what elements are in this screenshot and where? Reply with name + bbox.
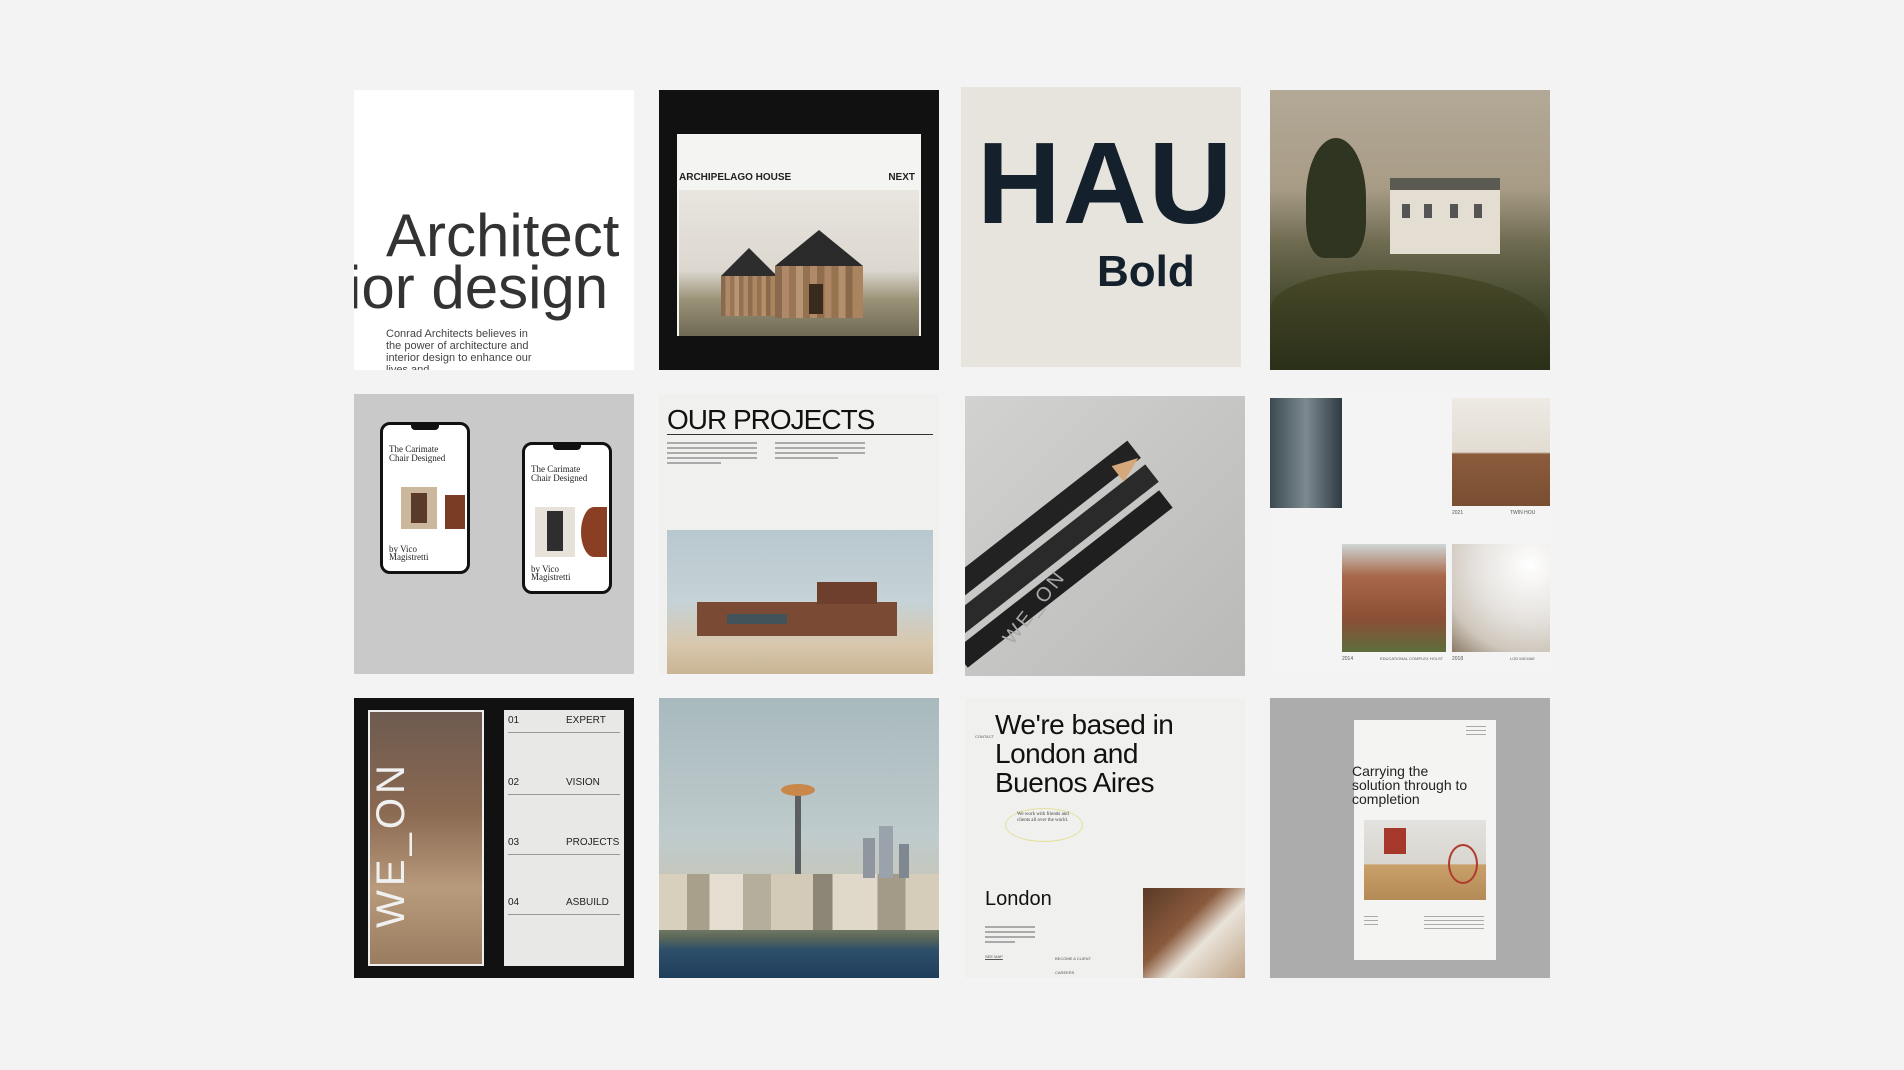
page-mockup: Carrying the solution through to complet… <box>1352 720 1496 960</box>
projects-description <box>667 442 757 467</box>
typeface-weight: Bold <box>1097 247 1195 296</box>
office-photo <box>1143 888 1245 978</box>
phone-heading: The Carimate Chair Designed <box>389 444 446 463</box>
see-map-link[interactable]: SEE MAP <box>985 954 1003 960</box>
tile-our-projects[interactable]: OUR PROJECTS <box>659 394 939 674</box>
house-photo <box>679 190 919 336</box>
project-thumb <box>1452 544 1550 652</box>
project-year: 2014 <box>1342 656 1354 662</box>
tile-house-landscape-photo[interactable] <box>1270 90 1550 370</box>
tree-silhouette <box>1306 138 1366 258</box>
tile-contact-page[interactable]: CONTACT We're based in London and Buenos… <box>965 698 1245 978</box>
become-client-link[interactable]: BECOME A CLIENT <box>1055 956 1091 962</box>
project-thumb <box>1342 544 1446 652</box>
index-num: 01 <box>508 715 520 726</box>
phone-byline: by Vico Magistretti <box>531 564 571 582</box>
index-num: 04 <box>508 897 520 908</box>
project-name: LOD MICHAE <box>1510 656 1535 661</box>
webpage-mockup: ARCHIPELAGO HOUSE NEXT <box>677 134 921 336</box>
tile-architecture-type[interactable]: Architect ior design Conrad Architects b… <box>354 90 634 370</box>
projects-description-2 <box>775 442 865 462</box>
contact-label: CONTACT <box>975 734 995 739</box>
space-needle-top <box>781 784 815 796</box>
phone-byline: by Vico Magistretti <box>389 544 429 562</box>
skyline <box>659 874 939 930</box>
project-name: EDUCATIONAL COMPLEX HOLST <box>1380 656 1444 661</box>
index-label: VISION <box>566 777 600 788</box>
tile-hau-typeface[interactable]: HAU Bold <box>961 87 1241 367</box>
project-thumb <box>1270 398 1342 508</box>
project-thumb <box>1452 398 1550 506</box>
index-label: EXPERT <box>566 715 606 726</box>
project-photo <box>667 530 933 674</box>
interior-photo <box>1364 820 1486 900</box>
tile-weon-brochure[interactable]: WE_ON 01 EXPERT 02 VISION 03 PROJECTS 04… <box>354 698 634 978</box>
index-label: ASBUILD <box>566 897 609 908</box>
tile-pencils-photo[interactable]: WE_ON <box>965 396 1245 676</box>
brochure-vertical-title: WE_ON <box>368 761 413 928</box>
intro-text: Conrad Architects believes in the power … <box>386 328 532 370</box>
contact-note: We work with friends and clients all ove… <box>1017 812 1069 823</box>
projects-heading: OUR PROJECTS <box>667 404 875 435</box>
tile-city-skyline-photo[interactable] <box>659 698 939 978</box>
project-name: TWIN HOU <box>1510 510 1536 516</box>
next-link[interactable]: NEXT <box>888 172 915 183</box>
tile-phone-mockups[interactable]: The Carimate Chair Designed by Vico Magi… <box>354 394 634 674</box>
brochure-index-page: 01 EXPERT 02 VISION 03 PROJECTS 04 ASBUI… <box>504 710 624 966</box>
city-name: London <box>985 888 1052 910</box>
careers-link[interactable]: CAREERS <box>1055 970 1074 976</box>
phone-heading: The Carimate Chair Designed <box>531 464 588 483</box>
tile-archipelago-house[interactable]: ARCHIPELAGO HOUSE NEXT <box>659 90 939 370</box>
tile-solution-page[interactable]: Carrying the solution through to complet… <box>1270 698 1550 978</box>
address-lines <box>985 926 1035 946</box>
brochure-cover: WE_ON <box>368 710 484 966</box>
index-num: 02 <box>508 777 520 788</box>
index-num: 03 <box>508 837 520 848</box>
typeface-sample: HAU <box>977 118 1235 248</box>
contact-heading: We're based in London and Buenos Aires <box>995 709 1174 798</box>
project-year: 2021 <box>1452 510 1464 516</box>
phone-mockup-left: The Carimate Chair Designed by Vico Magi… <box>380 422 470 574</box>
solution-heading: Carrying the solution through to complet… <box>1352 763 1468 807</box>
tile-projects-grid[interactable]: 2021 TWIN HOU 2014 EDUCATIONAL COMPLEX H… <box>1270 394 1550 674</box>
house-photo-building <box>1390 178 1500 254</box>
headline-line2: ior design <box>354 254 609 321</box>
index-label: PROJECTS <box>566 837 620 848</box>
phone-mockup-right: The Carimate Chair Designed by Vico Magi… <box>522 442 612 594</box>
project-title: ARCHIPELAGO HOUSE <box>679 172 792 183</box>
project-year: 2018 <box>1452 656 1464 662</box>
